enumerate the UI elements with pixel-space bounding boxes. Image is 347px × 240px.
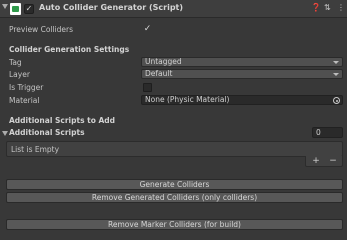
object-picker-icon[interactable] bbox=[333, 97, 340, 104]
remove-generated-colliders-button[interactable]: Remove Generated Colliders (only collide… bbox=[6, 192, 343, 203]
remove-marker-colliders-button[interactable]: Remove Marker Colliders (for build) bbox=[6, 219, 343, 230]
material-label: Material bbox=[9, 96, 40, 105]
more-icon[interactable]: ⋮ bbox=[337, 3, 345, 12]
tag-dropdown[interactable]: Untagged bbox=[141, 57, 343, 67]
layer-dropdown[interactable]: Default bbox=[141, 69, 343, 79]
list-foldout-arrow-icon[interactable] bbox=[2, 131, 8, 136]
is-trigger-checkbox[interactable] bbox=[143, 83, 152, 92]
component-enabled-checkbox[interactable]: ✓ bbox=[24, 4, 34, 14]
preset-icon[interactable]: ⇅ bbox=[324, 3, 331, 12]
chevron-down-icon bbox=[333, 73, 339, 76]
chevron-down-icon bbox=[333, 61, 339, 64]
add-item-button[interactable]: + bbox=[308, 156, 324, 166]
material-object-field[interactable]: None (Physic Material) bbox=[141, 95, 343, 105]
additional-scripts-list-label: Additional Scripts bbox=[9, 128, 85, 137]
collider-settings-heading: Collider Generation Settings bbox=[9, 45, 130, 54]
script-icon bbox=[10, 3, 21, 15]
material-value: None (Physic Material) bbox=[145, 95, 230, 104]
list-size-field[interactable]: 0 bbox=[312, 127, 343, 138]
list-footer: + − bbox=[305, 156, 343, 167]
additional-scripts-heading: Additional Scripts to Add bbox=[9, 116, 116, 125]
component-header[interactable]: ✓ Auto Collider Generator (Script) ❓ ⇅ ⋮ bbox=[0, 0, 347, 18]
preview-colliders-label: Preview Colliders bbox=[9, 25, 74, 34]
list-empty-text: List is Empty bbox=[11, 145, 60, 154]
scripts-list: List is Empty bbox=[6, 141, 343, 157]
layer-value: Default bbox=[145, 69, 173, 78]
help-icon[interactable]: ❓ bbox=[311, 3, 321, 12]
component-title: Auto Collider Generator (Script) bbox=[39, 3, 184, 12]
generate-colliders-button[interactable]: Generate Colliders bbox=[6, 179, 343, 190]
tag-value: Untagged bbox=[145, 57, 182, 66]
is-trigger-label: Is Trigger bbox=[9, 83, 44, 92]
layer-label: Layer bbox=[9, 70, 30, 79]
remove-item-button[interactable]: − bbox=[325, 156, 341, 166]
foldout-arrow-icon[interactable] bbox=[2, 4, 8, 9]
preview-colliders-checkbox[interactable]: ✓ bbox=[143, 25, 152, 34]
tag-label: Tag bbox=[9, 58, 22, 67]
